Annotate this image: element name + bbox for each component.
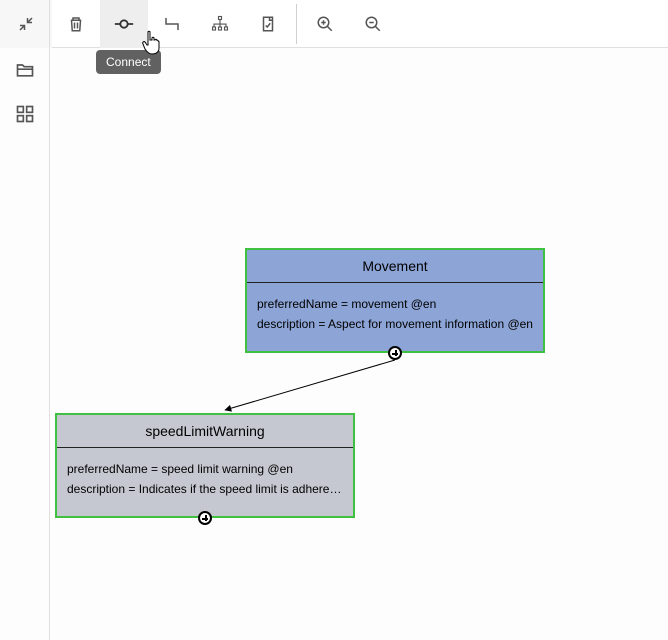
connect-icon [113, 15, 135, 33]
folder-icon [15, 60, 35, 80]
node-property: description = Indicates if the speed lim… [67, 482, 343, 496]
node-body: preferredName = movement @en description… [247, 283, 543, 345]
format-icon [163, 15, 181, 33]
canvas[interactable]: Movement preferredName = movement @en de… [0, 48, 668, 640]
node-movement[interactable]: Movement preferredName = movement @en de… [245, 248, 545, 353]
format-button[interactable] [148, 0, 196, 48]
port-bottom[interactable] [388, 346, 402, 360]
zoom-out-button[interactable] [349, 0, 397, 48]
tooltip: Connect [96, 50, 161, 74]
node-property: preferredName = speed limit warning @en [67, 462, 343, 476]
validate-icon [259, 15, 277, 33]
port-bottom[interactable] [198, 511, 212, 525]
hierarchy-button[interactable] [196, 0, 244, 48]
delete-button[interactable] [52, 0, 100, 48]
toolbar [0, 0, 668, 48]
toolbar-separator [296, 4, 297, 44]
node-body: preferredName = speed limit warning @en … [57, 448, 353, 510]
node-title: speedLimitWarning [57, 415, 353, 448]
edge-movement-to-speed [225, 360, 395, 410]
connect-button[interactable] [100, 0, 148, 48]
trash-icon [67, 15, 85, 33]
node-title: Movement [247, 250, 543, 283]
node-property: description = Aspect for movement inform… [257, 317, 533, 331]
zoom-in-icon [316, 15, 334, 33]
sidebar-grid[interactable] [13, 102, 37, 126]
node-speed-limit-warning[interactable]: speedLimitWarning preferredName = speed … [55, 413, 355, 518]
sidebar-explorer[interactable] [13, 58, 37, 82]
grid-icon [15, 104, 35, 124]
validate-button[interactable] [244, 0, 292, 48]
hierarchy-icon [211, 15, 229, 33]
zoom-out-icon [364, 15, 382, 33]
zoom-in-button[interactable] [301, 0, 349, 48]
left-sidebar [0, 0, 50, 640]
node-property: preferredName = movement @en [257, 297, 533, 311]
